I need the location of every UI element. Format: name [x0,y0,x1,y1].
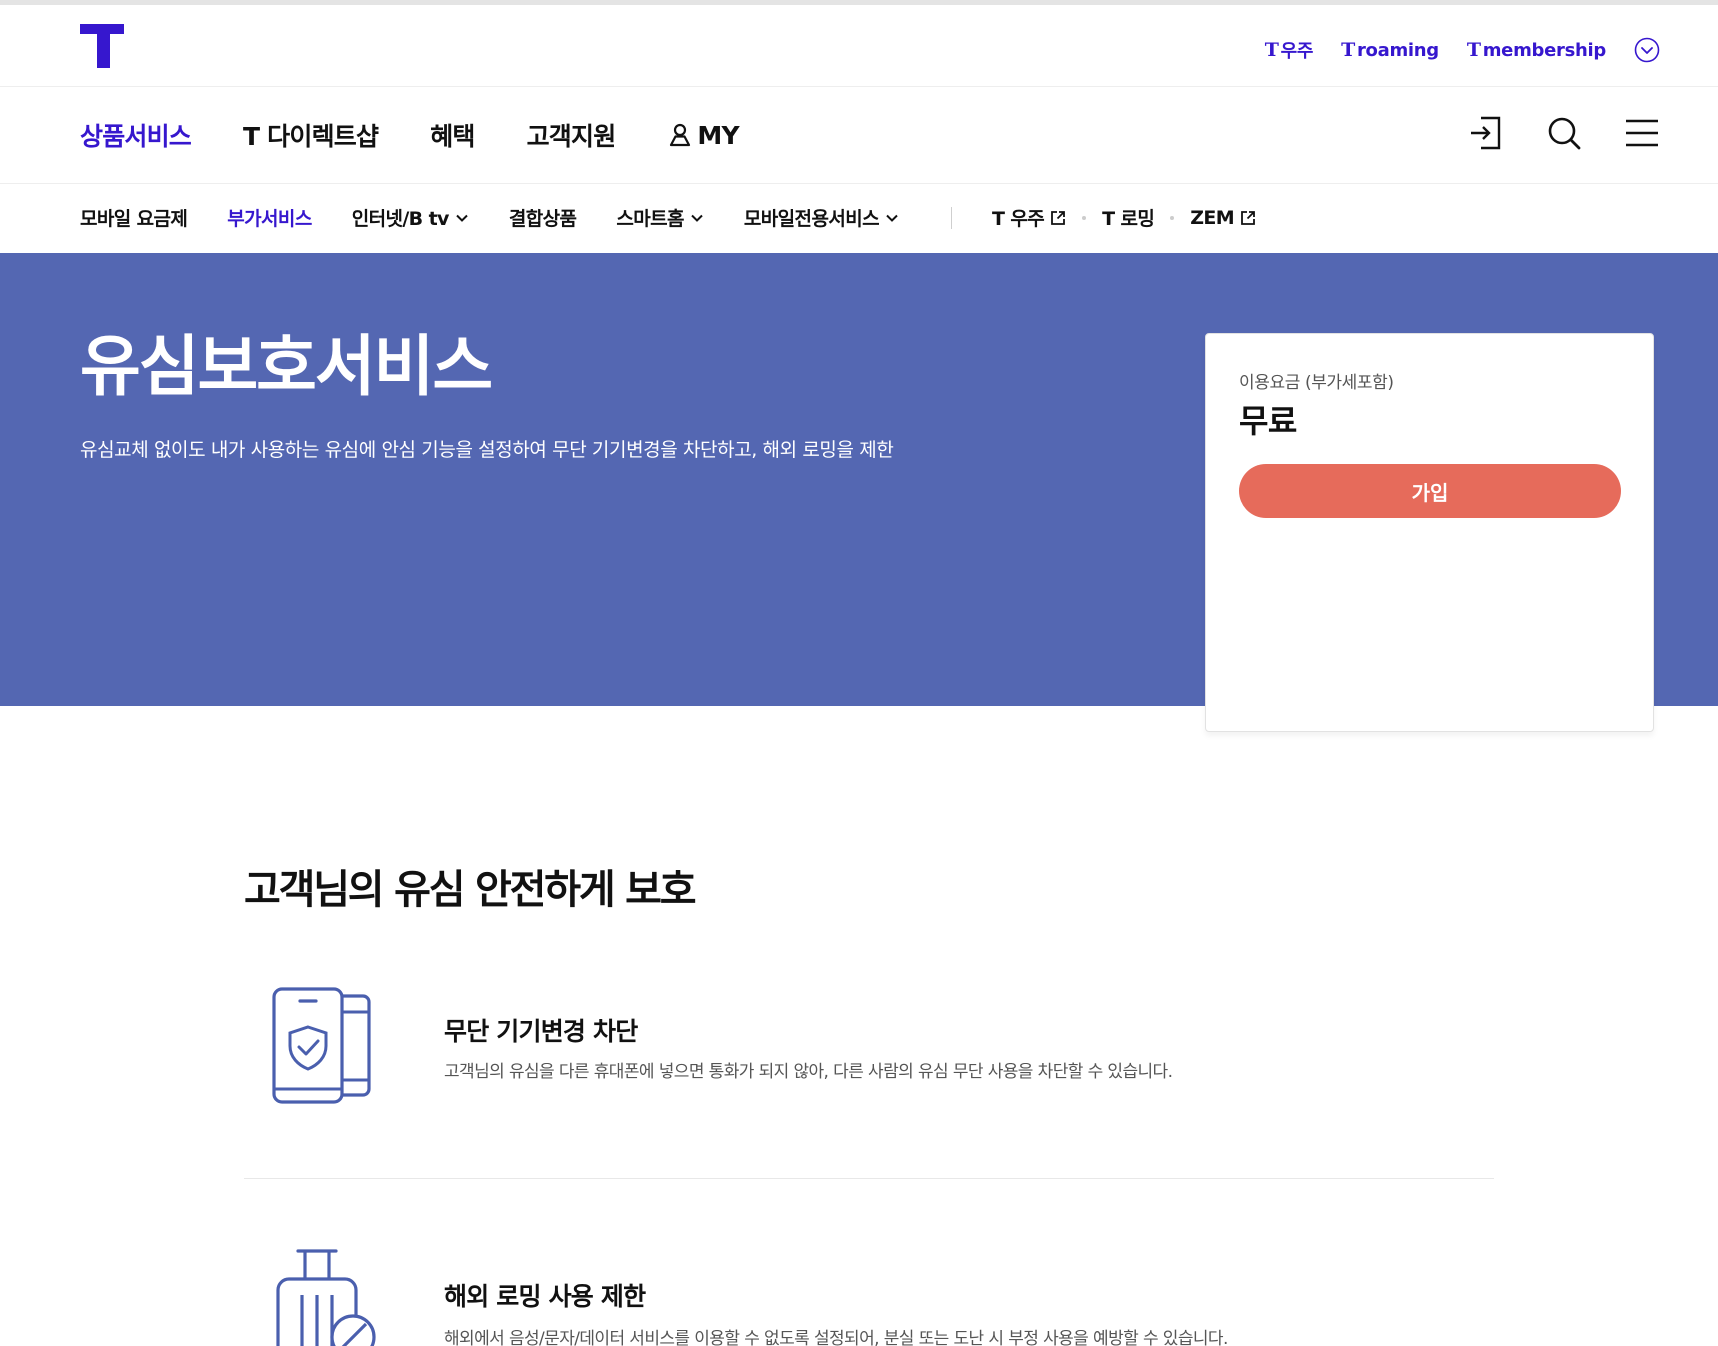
util-link-label: 우주 [1280,41,1314,62]
menu-icon[interactable] [1624,115,1660,151]
gnb-item-direct-shop[interactable]: T 다이렉트샵 [243,117,379,153]
login-icon[interactable] [1468,115,1504,151]
subnav-menu: 모바일 요금제 부가서비스 인터넷/B tv 결합상품 스마트홈 모바일전용서비… [80,204,1256,231]
t-mark: T [1264,39,1279,61]
external-link-label: T 로밍 [1102,208,1155,230]
utility-links: T 우주 T roaming T membership [1265,33,1660,67]
chevron-down-icon [691,214,703,222]
external-link-zem[interactable]: ZEM [1190,207,1256,229]
dot-separator [1082,215,1087,220]
subnav-item-addon-services[interactable]: 부가서비스 [227,204,312,231]
feature-item: 해외 로밍 사용 제한 해외에서 음성/문자/데이터 서비스를 이용할 수 없도… [244,1245,1494,1346]
join-button[interactable]: 가입 [1239,464,1621,518]
external-link-icon [1051,210,1066,225]
subnav-item-internet-btv[interactable]: 인터넷/B tv [352,204,469,231]
utility-bar: T 우주 T roaming T membership [0,5,1718,87]
external-link-t-universe[interactable]: T 우주 [992,204,1066,231]
feature-description: 고객님의 유심을 다른 휴대폰에 넣으면 통화가 되지 않아, 다른 사람의 유… [444,1062,1173,1082]
subnav-item-label: 모바일 요금제 [80,208,188,230]
external-link-label: T 우주 [991,208,1045,230]
gnb-item-label: 고객지원 [526,122,617,151]
subnav-item-label: 스마트홈 [616,208,684,230]
feature-title: 해외 로밍 사용 제한 [444,1282,646,1311]
gnb-item-label: 혜택 [430,122,475,151]
subnav-item-label: 결합상품 [508,208,577,230]
phone-shield-icon [272,987,371,1104]
feature-item: 무단 기기변경 차단 고객님의 유심을 다른 휴대폰에 넣으면 통화가 되지 않… [244,980,1494,1120]
chevron-circle-down-icon[interactable] [1634,37,1660,63]
gnb-item-label: T 다이렉트샵 [243,122,379,151]
feature-divider [244,1178,1494,1179]
t-mark: T [1466,39,1481,61]
dot-separator [1170,215,1175,220]
util-link-t-roaming[interactable]: T roaming [1341,39,1439,61]
external-link-icon [1241,210,1256,225]
feature-description: 해외에서 음성/문자/데이터 서비스를 이용할 수 없도록 설정되어, 분실 또… [444,1329,1228,1346]
subnav-item-mobile-only[interactable]: 모바일전용서비스 [744,204,899,231]
util-link-label: membership [1482,39,1607,61]
gnb-menu: 상품서비스 T 다이렉트샵 혜택 고객지원 MY [80,117,740,153]
subnav-item-bundle[interactable]: 결합상품 [509,204,577,231]
gnb-item-label: 상품서비스 [80,122,192,151]
t-logo-icon[interactable] [80,24,124,68]
subnav-item-mobile-plan[interactable]: 모바일 요금제 [80,204,188,231]
subnav-item-label: 모바일전용서비스 [743,208,880,230]
page-title: 유심보호서비스 [80,328,493,405]
search-icon[interactable] [1546,115,1582,151]
gnb-item-label: MY [697,120,739,150]
util-link-label: roaming [1356,39,1439,61]
subnav-item-label: 인터넷/B tv [351,208,450,230]
price-label: 이용요금 (부가세포함) [1239,373,1394,393]
chevron-down-icon [456,214,468,222]
gnb-item-benefits[interactable]: 혜택 [430,117,475,153]
external-links: T 우주 T 로밍 ZEM [992,204,1256,231]
external-link-t-roaming[interactable]: T 로밍 [1102,204,1155,231]
price-card: 이용요금 (부가세포함) 무료 가입 [1205,333,1654,732]
t-mark: T [1341,39,1355,61]
gnb-item-products[interactable]: 상품서비스 [80,117,192,153]
feature-title: 무단 기기변경 차단 [444,1017,638,1046]
nav-divider [950,206,952,229]
user-icon [670,123,691,147]
gnb-icons [1468,115,1660,151]
luggage-block-icon [276,1249,376,1346]
gnb-item-my[interactable]: MY [667,120,740,150]
util-link-t-membership[interactable]: T membership [1467,39,1606,61]
gnb-item-support[interactable]: 고객지원 [526,117,617,153]
hero-description: 유심교체 없이도 내가 사용하는 유심에 안심 기능을 설정하여 무단 기기변경… [80,439,894,461]
section-title: 고객님의 유심 안전하게 보호 [244,867,697,913]
chevron-down-icon [886,214,898,222]
sub-nav: 모바일 요금제 부가서비스 인터넷/B tv 결합상품 스마트홈 모바일전용서비… [0,184,1718,253]
price-value: 무료 [1239,402,1297,440]
global-nav: 상품서비스 T 다이렉트샵 혜택 고객지원 MY [0,87,1718,184]
util-link-t-universe[interactable]: T 우주 [1264,37,1314,63]
subnav-item-smarthome[interactable]: 스마트홈 [616,204,704,231]
external-link-label: ZEM [1190,206,1235,229]
subnav-item-label: 부가서비스 [227,208,312,230]
